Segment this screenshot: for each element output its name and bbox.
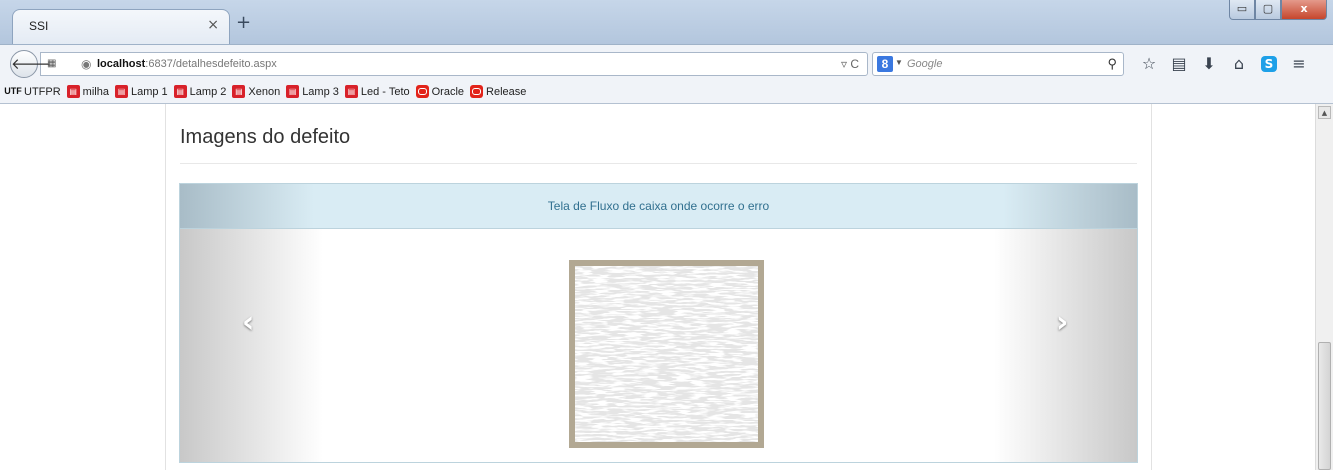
skype-icon[interactable]: S bbox=[1261, 56, 1277, 72]
oracle-icon bbox=[470, 85, 484, 98]
cart-icon: ▤ bbox=[232, 85, 246, 98]
cart-icon: ▤ bbox=[344, 85, 358, 98]
bookmarks-bar: UTF UTFPR ▤ milha ▤ Lamp 1 ▤ Lamp 2 ▤ Xe… bbox=[0, 80, 1333, 104]
back-button[interactable]: 🡐 bbox=[10, 50, 51, 78]
cart-icon: ▤ bbox=[286, 85, 300, 98]
bookmark-milha[interactable]: ▤ milha bbox=[66, 85, 109, 98]
maximize-button[interactable]: ▢ bbox=[1255, 0, 1281, 20]
bookmark-label: Led - Teto bbox=[360, 85, 410, 98]
home-icon[interactable]: ⌂ bbox=[1228, 54, 1250, 74]
url-path: :6837/detalhesdefeito.aspx bbox=[145, 58, 277, 70]
new-tab-button[interactable]: + bbox=[236, 12, 251, 33]
bookmark-label: Oracle bbox=[431, 85, 465, 98]
bookmark-oracle[interactable]: Oracle bbox=[415, 85, 465, 98]
page-viewport: Imagens do defeito Tela de Fluxo de caix… bbox=[0, 104, 1315, 470]
bookmark-label: Release bbox=[486, 85, 527, 98]
bookmark-xenon[interactable]: ▤ Xenon bbox=[232, 85, 280, 98]
oracle-icon bbox=[415, 85, 429, 98]
browser-tab[interactable]: SSI × bbox=[12, 9, 230, 44]
carousel-next-button[interactable]: › bbox=[994, 229, 1137, 462]
engine-dropdown-icon[interactable]: ▼ bbox=[895, 58, 903, 67]
minimize-button[interactable]: ▭ bbox=[1229, 0, 1255, 20]
cart-icon: ▤ bbox=[173, 85, 187, 98]
carousel-caption: Tela de Fluxo de caixa onde ocorre o err… bbox=[180, 184, 1137, 229]
toolbar-icons: ☆ ▤ ⬇ ⌂ S ≡ bbox=[1138, 54, 1310, 74]
download-icon[interactable]: ⬇ bbox=[1198, 54, 1220, 74]
content-border-right bbox=[1151, 104, 1152, 470]
defect-image-noise bbox=[575, 266, 758, 442]
globe-icon: ◉ bbox=[81, 57, 92, 71]
bookmark-label: Xenon bbox=[248, 85, 281, 98]
defect-image bbox=[569, 260, 764, 448]
bookmark-label: UTFPR bbox=[24, 85, 61, 98]
vertical-scrollbar[interactable]: ▲ bbox=[1315, 104, 1333, 470]
bookmark-release[interactable]: Release bbox=[470, 85, 526, 98]
search-icon[interactable]: ⚲ bbox=[1107, 56, 1117, 72]
scroll-up-arrow-icon[interactable]: ▲ bbox=[1318, 106, 1331, 119]
url-text: localhost:6837/detalhesdefeito.aspx bbox=[97, 58, 277, 70]
chevron-left-icon: ‹ bbox=[242, 305, 255, 340]
menu-icon[interactable]: ≡ bbox=[1288, 54, 1310, 74]
close-window-button[interactable]: x bbox=[1281, 0, 1327, 20]
url-host: localhost bbox=[97, 58, 146, 70]
bookmark-star-icon[interactable]: ☆ bbox=[1138, 54, 1160, 74]
content-border-left bbox=[165, 104, 166, 470]
bookmark-label: Lamp 1 bbox=[130, 85, 168, 98]
bookmark-label: Lamp 2 bbox=[189, 85, 227, 98]
image-carousel: ‹ › bbox=[180, 229, 1137, 462]
search-placeholder: Google bbox=[907, 58, 943, 70]
page-title: Imagens do defeito bbox=[180, 126, 351, 148]
bookmark-label: Lamp 3 bbox=[302, 85, 339, 98]
search-bar[interactable]: 8 ▼ Google ⚲ bbox=[872, 52, 1124, 76]
tab-title: SSI bbox=[29, 19, 49, 33]
title-bar: SSI × + ▭ ▢ x bbox=[0, 0, 1333, 44]
reload-icon[interactable]: C bbox=[850, 57, 859, 71]
chevron-right-icon: › bbox=[1056, 305, 1069, 340]
cart-icon: ▤ bbox=[66, 85, 80, 98]
scrollbar-thumb[interactable] bbox=[1318, 342, 1331, 470]
dropdown-icon[interactable]: ▿ bbox=[841, 57, 847, 71]
google-icon[interactable]: 8 bbox=[877, 56, 893, 72]
navigation-toolbar: ▦ ◉ localhost:6837/detalhesdefeito.aspx … bbox=[0, 44, 1333, 80]
bookmark-led-teto[interactable]: ▤ Led - Teto bbox=[344, 85, 410, 98]
bookmark-lamp-2[interactable]: ▤ Lamp 2 bbox=[173, 85, 227, 98]
carousel-prev-button[interactable]: ‹ bbox=[180, 229, 323, 462]
close-tab-icon[interactable]: × bbox=[207, 17, 219, 33]
reading-list-icon[interactable]: ▤ bbox=[1168, 54, 1190, 74]
bookmark-lamp-1[interactable]: ▤ Lamp 1 bbox=[114, 85, 168, 98]
bookmark-label: milha bbox=[82, 85, 109, 98]
bookmark-utfpr[interactable]: UTF UTFPR bbox=[4, 85, 61, 98]
url-bar[interactable]: ▦ ◉ localhost:6837/detalhesdefeito.aspx … bbox=[40, 52, 868, 76]
utf-icon: UTF bbox=[4, 86, 22, 96]
url-actions: ▿ C bbox=[841, 57, 859, 71]
bookmark-lamp-3[interactable]: ▤ Lamp 3 bbox=[286, 85, 339, 98]
images-panel: Tela de Fluxo de caixa onde ocorre o err… bbox=[179, 183, 1138, 463]
window-controls: ▭ ▢ x bbox=[1229, 0, 1327, 20]
divider bbox=[180, 163, 1137, 164]
cart-icon: ▤ bbox=[114, 85, 128, 98]
